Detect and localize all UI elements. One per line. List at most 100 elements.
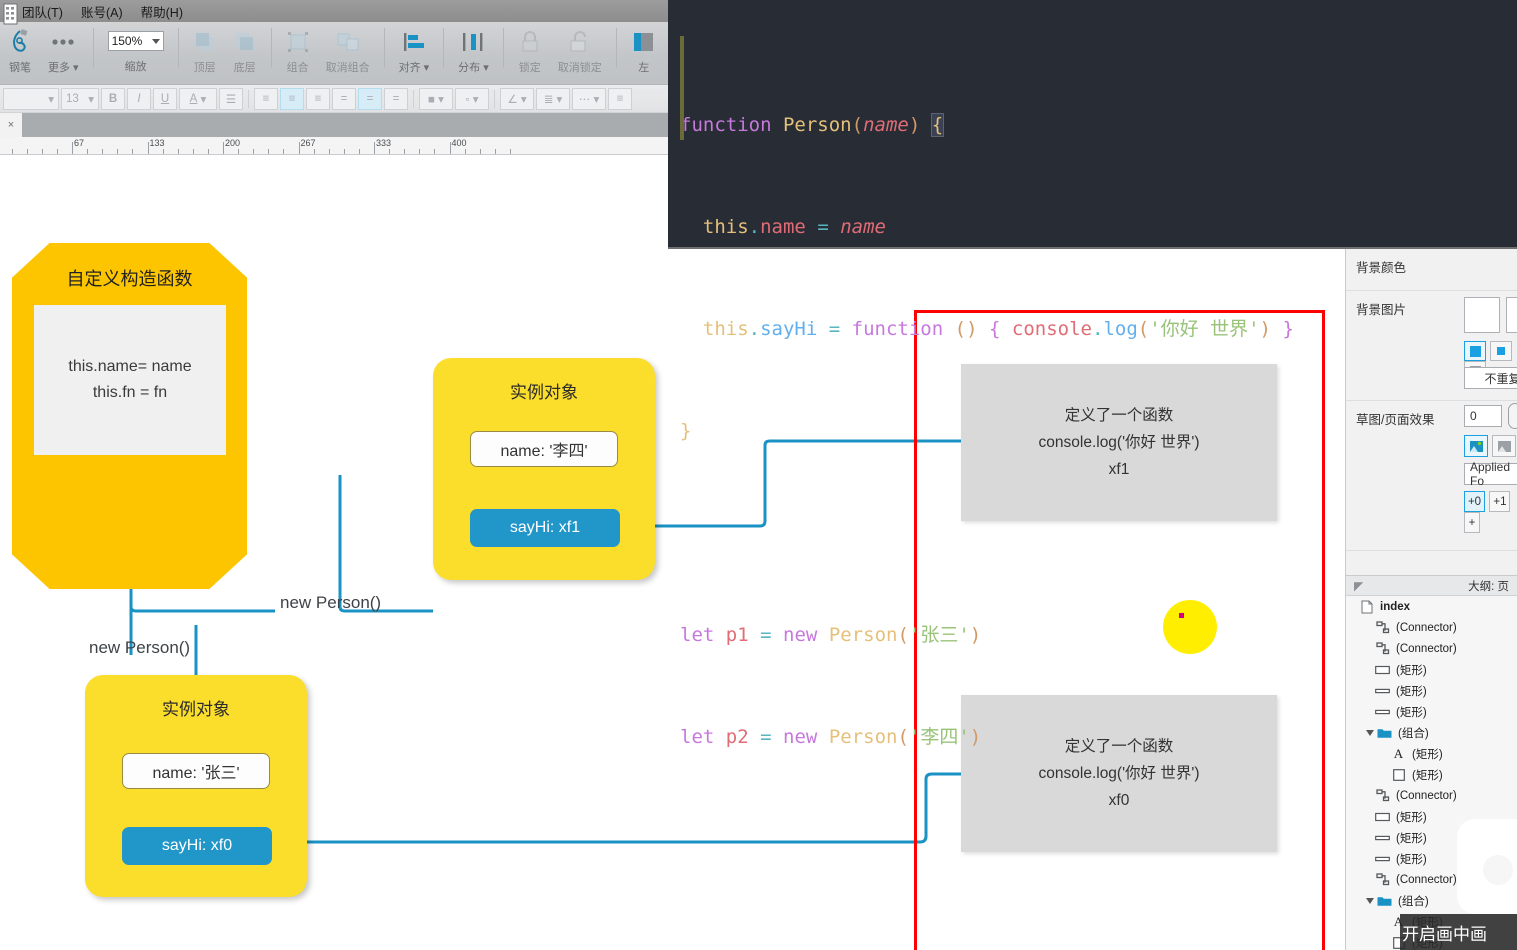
- ruler-major-tick: [298, 142, 300, 154]
- zoom-select[interactable]: 150%: [107, 31, 164, 51]
- tool-unlock[interactable]: 取消锁定: [550, 22, 610, 82]
- line-weight-icon[interactable]: ≣ ▾: [536, 87, 570, 110]
- image-on-icon: [1469, 440, 1483, 452]
- dash-style-icon[interactable]: ⋯ ▾: [572, 87, 606, 110]
- outline-tree-item[interactable]: (Connector): [1346, 638, 1517, 659]
- list-icon[interactable]: ☰: [219, 87, 243, 110]
- italic-button[interactable]: I: [127, 87, 151, 110]
- line-style-icon[interactable]: ∠ ▾: [500, 87, 534, 110]
- valign-bottom-icon[interactable]: =: [384, 87, 408, 110]
- font-step-1-button[interactable]: +1: [1489, 491, 1511, 512]
- outline-tree-item[interactable]: (矩形): [1346, 764, 1517, 785]
- font-size-value: 13: [66, 92, 79, 105]
- tool-ungroup[interactable]: 取消组合: [318, 22, 378, 82]
- menu-item-team[interactable]: 团队(T): [22, 2, 63, 21]
- outline-tree-item[interactable]: A (矩形): [1346, 743, 1517, 764]
- valign-middle-icon[interactable]: =: [358, 87, 382, 110]
- ruler-minor-tick: [102, 149, 104, 154]
- pip-label: 开启画中画: [1402, 924, 1487, 944]
- horizontal-ruler: 67 133 200 267 333 400: [0, 137, 668, 155]
- tool-pen[interactable]: 钢笔: [0, 22, 40, 82]
- ruler-minor-tick: [41, 149, 43, 154]
- outline-tree-item[interactable]: (组合): [1346, 722, 1517, 743]
- outline-tree-item[interactable]: (Connector): [1346, 785, 1517, 806]
- background-image-swatch-2[interactable]: [1506, 297, 1517, 333]
- instance-node-top[interactable]: 实例对象 name: '李四' sayHi: xf1: [433, 358, 655, 580]
- instance-node-bottom[interactable]: 实例对象 name: '张三' sayHi: xf0: [85, 675, 307, 897]
- outline-header: ◤ 大纲: 页: [1346, 576, 1517, 596]
- font-family-select[interactable]: ▾: [3, 87, 59, 110]
- bg-stretch-button[interactable]: [1490, 341, 1513, 361]
- tool-distribute[interactable]: 分布 ▾: [450, 22, 497, 82]
- ruler-minor-tick: [253, 149, 255, 154]
- tool-group[interactable]: 组合: [278, 22, 318, 82]
- outline-tree-item-label: (矩形): [1396, 664, 1427, 677]
- more-format-icon[interactable]: ≡: [608, 87, 632, 110]
- valign-top-icon[interactable]: =: [332, 87, 356, 110]
- menu-item-account[interactable]: 账号(A): [81, 2, 123, 21]
- ruler-minor-tick: [162, 149, 164, 154]
- edge-label-new-person-2: new Person(): [89, 638, 191, 657]
- properties-panel: 背景颜色 背景图片 不重复 草图/页面效果 0 Applied Fo +0 +1…: [1345, 249, 1517, 575]
- tool-more[interactable]: 更多 ▾: [40, 22, 87, 82]
- outline-tree-item[interactable]: (矩形): [1346, 701, 1517, 722]
- tool-zoom[interactable]: 150% 缩放: [100, 22, 172, 82]
- chevron-down-icon: ▾: [88, 93, 94, 106]
- image-off-icon: [1497, 440, 1511, 452]
- instance-bottom-method-pill[interactable]: sayHi: xf0: [122, 827, 272, 865]
- pip-floating-shape: [1457, 819, 1517, 914]
- code-line-2: this.name = name: [702, 216, 886, 238]
- outline-tree-item[interactable]: (Connector): [1346, 617, 1517, 638]
- outline-tree-item-label: (矩形): [1412, 769, 1443, 782]
- align-center-icon[interactable]: ≡: [280, 87, 304, 110]
- outline-tree-item[interactable]: index: [1346, 596, 1517, 617]
- code-editor-overlay[interactable]: function Person(name) { this.name = name…: [668, 0, 1517, 748]
- edge-label-new-person-1: new Person(): [280, 593, 382, 612]
- sketch-on-button[interactable]: [1464, 435, 1488, 457]
- bold-button[interactable]: B: [101, 87, 125, 110]
- menu-item-help[interactable]: 帮助(H): [141, 2, 183, 21]
- border-color-icon[interactable]: ▫ ▾: [455, 87, 489, 110]
- sketch-off-button[interactable]: [1492, 435, 1517, 457]
- sketch-value-input[interactable]: 0: [1464, 405, 1502, 427]
- instance-top-method-pill[interactable]: sayHi: xf1: [470, 509, 620, 547]
- constructor-node[interactable]: 自定义构造函数 this.name= name this.fn = fn: [12, 243, 247, 589]
- ruler-major-tick: [72, 142, 73, 154]
- tool-align-left-panel[interactable]: 左: [623, 22, 665, 82]
- pip-button[interactable]: 开启画中画: [1400, 914, 1517, 950]
- toolbar-separator: [383, 28, 385, 68]
- instance-bottom-name-pill[interactable]: name: '张三': [122, 753, 270, 789]
- close-tab-button[interactable]: ×: [0, 113, 22, 137]
- applied-font-value: Applied Fo: [1470, 460, 1511, 488]
- underline-button[interactable]: U: [153, 87, 177, 110]
- background-repeat-select[interactable]: 不重复: [1464, 367, 1517, 389]
- outline-tree-item[interactable]: (矩形): [1346, 659, 1517, 680]
- collapse-arrow-icon[interactable]: ◤: [1354, 579, 1363, 593]
- sketch-slider-handle[interactable]: [1508, 403, 1517, 429]
- expand-arrow-icon[interactable]: [1366, 729, 1374, 736]
- align-left-icon[interactable]: ≡: [254, 87, 278, 110]
- outline-tree-item-label: (矩形): [1396, 811, 1427, 824]
- instance-top-name-pill[interactable]: name: '李四': [470, 431, 618, 467]
- expand-arrow-icon[interactable]: [1366, 897, 1374, 904]
- tool-align[interactable]: 对齐 ▾: [391, 22, 438, 82]
- applied-font-select[interactable]: Applied Fo: [1464, 460, 1517, 488]
- font-size-select[interactable]: 13 ▾: [61, 87, 99, 110]
- font-step-plus-button[interactable]: +: [1464, 512, 1480, 533]
- tool-more-label: 更多 ▾: [48, 62, 79, 74]
- ruler-minor-tick: [177, 149, 179, 154]
- outline-tree-item[interactable]: (矩形): [1346, 680, 1517, 701]
- background-image-swatch[interactable]: [1464, 297, 1500, 333]
- ruler-tick-label: 133: [149, 138, 165, 148]
- tool-send-to-back[interactable]: 底层: [225, 22, 265, 82]
- font-step-0-button[interactable]: +0: [1464, 491, 1485, 512]
- fill-color-icon[interactable]: ■ ▾: [419, 87, 453, 110]
- text-color-icon[interactable]: A ▾: [179, 87, 217, 110]
- lock-icon: [519, 27, 541, 57]
- tool-lock[interactable]: 锁定: [510, 22, 550, 82]
- tool-bring-to-front[interactable]: 顶层: [185, 22, 225, 82]
- square-icon: [1390, 767, 1407, 782]
- pen-icon: [9, 27, 31, 57]
- bg-fit-button[interactable]: [1464, 341, 1486, 361]
- align-right-icon[interactable]: ≡: [306, 87, 330, 110]
